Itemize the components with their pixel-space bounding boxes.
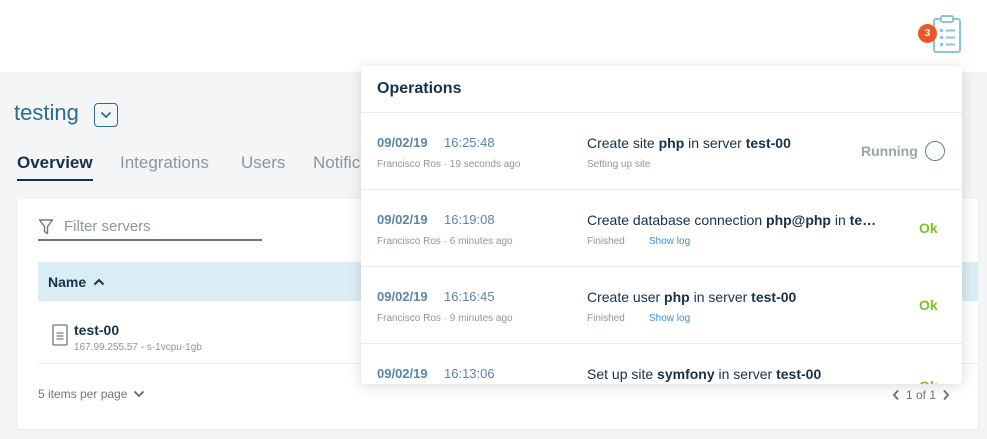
operation-description: Create user php in server test-00 [587,289,797,305]
operations-count-badge[interactable]: 3 [918,24,937,43]
operation-item: 09/02/19 16:16:45 Francisco Ros · 9 minu… [361,267,962,344]
operation-user: Francisco Ros · 6 minutes ago [377,236,513,247]
operation-date: 09/02/19 [377,289,428,304]
page-indicator: 1 of 1 [905,388,936,402]
filter-servers [38,214,262,241]
column-header-name-label: Name [48,273,87,290]
operation-time: 16:16:45 [444,289,495,304]
operations-title: Operations [377,80,462,97]
chevron-down-icon [100,111,112,119]
operation-status: Ok [919,220,938,236]
column-header-name[interactable]: Name [48,274,105,290]
filter-icon [38,218,54,234]
operation-substatus: Finished [587,236,625,247]
filter-servers-input[interactable] [64,218,244,235]
server-icon [52,324,68,346]
tab-users[interactable]: Users [241,153,285,173]
chevron-down-icon [134,390,145,398]
operation-status: Ok [919,297,938,313]
operation-item: 09/02/19 16:19:08 Francisco Ros · 6 minu… [361,190,962,267]
operation-status: Ok [919,378,938,384]
operation-time: 16:13:06 [444,366,495,381]
chevron-left-icon[interactable] [892,389,900,401]
operation-time: 16:25:48 [444,135,495,150]
tab-overview[interactable]: Overview [17,153,93,181]
operation-user: Francisco Ros · 9 minutes ago [377,313,513,324]
server-meta: 167.99.255.57 - s-1vcpu-1gb [74,342,202,353]
operation-date: 09/02/19 [377,212,428,227]
project-title: testing [14,100,79,125]
items-per-page-select[interactable]: 5 items per page [38,387,145,401]
operation-substatus: Finished [587,313,625,324]
operation-description: Create database connection php@php in te… [587,212,877,228]
project-dropdown-button[interactable] [94,103,118,127]
operation-description: Set up site symfony in server test-00 [587,366,822,382]
show-log-link[interactable]: Show log [649,236,690,247]
pagination: 1 of 1 [892,388,950,402]
top-bar: 3 [0,0,987,72]
items-per-page-label: 5 items per page [38,387,128,401]
operation-status: Running [861,143,918,159]
tab-integrations[interactable]: Integrations [120,153,209,173]
server-name[interactable]: test-00 [74,322,119,338]
show-log-link[interactable]: Show log [649,313,690,324]
chevron-right-icon[interactable] [942,389,950,401]
operation-date: 09/02/19 [377,135,428,150]
operations-panel: Operations 09/02/19 16:25:48 Francisco R… [361,66,962,384]
operation-item: 09/02/19 16:25:48 Francisco Ros · 19 sec… [361,113,962,190]
sort-ascending-icon [93,278,105,285]
operation-time: 16:19:08 [444,212,495,227]
running-spinner-icon [925,141,945,161]
operation-item: 09/02/19 16:13:06 Set up site symfony in… [361,344,962,384]
operation-user: Francisco Ros · 19 seconds ago [377,159,521,170]
tab-notifications[interactable]: Notific [313,153,360,173]
operation-date: 09/02/19 [377,366,428,381]
operation-description: Create site php in server test-00 [587,135,791,151]
operation-substatus: Setting up site [587,159,651,170]
